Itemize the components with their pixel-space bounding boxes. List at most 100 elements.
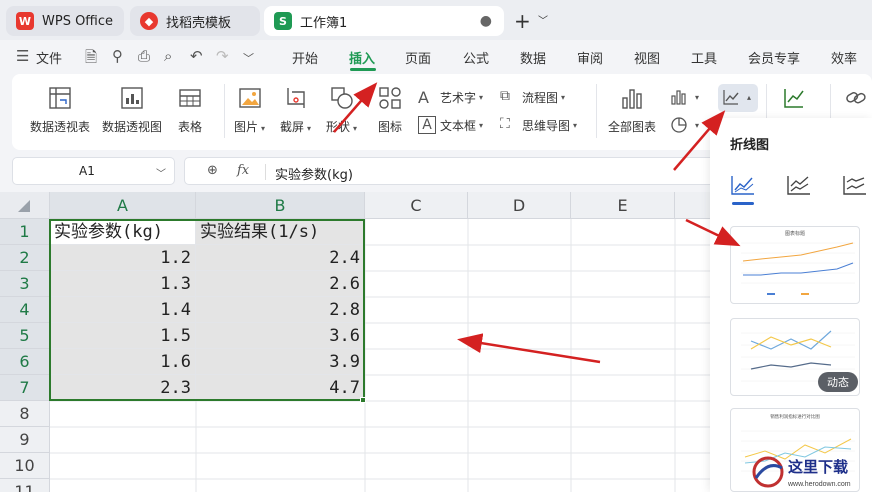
tab-template[interactable]: ◆ 找稻壳模板 [130,6,260,36]
fill-handle[interactable] [360,397,366,403]
tab-stacked-line-chart[interactable] [786,174,812,196]
select-all-corner[interactable] [0,192,50,219]
row-header-5[interactable]: 5 [0,323,50,349]
undo-icon[interactable]: ↶ [190,47,203,65]
menu-review[interactable]: 审阅 [577,48,603,67]
menu-efficiency[interactable]: 效率 [831,48,857,67]
menu-member[interactable]: 会员专享 [748,48,800,67]
site-watermark: 这里下载 www.herodown.com [748,448,872,492]
column-header-b[interactable]: B [196,192,365,219]
row-header-8[interactable]: 8 [0,401,50,427]
screenshot-button[interactable]: 截屏 ▾ [280,86,311,135]
daoke-logo-icon: ◆ [140,12,158,30]
mindmap-label: 思维导图 [522,118,571,133]
line-chart-icon [723,90,739,105]
row-header-11[interactable]: 11 [0,479,50,492]
pivot-chart-button[interactable]: 数据透视图 [102,86,162,135]
menu-view[interactable]: 视图 [634,48,660,67]
column-header-e[interactable]: E [571,192,675,219]
line-chart-panel: 折线图 图表标题 动态 销售利润指标进行对比图 [710,118,872,492]
column-chart-button[interactable]: ▾ [670,88,699,106]
menu-tools[interactable]: 工具 [691,48,717,67]
row-header-4[interactable]: 4 [0,297,50,323]
row-header-10[interactable]: 10 [0,453,50,479]
print-icon[interactable]: ⎙ [138,47,150,65]
line-chart-dropdown[interactable]: ▴ [722,88,751,106]
pie-chart-button[interactable]: ▾ [670,116,699,134]
shapes-icon [330,87,353,109]
select-all-icon [18,200,30,212]
chart-template-1[interactable]: 图表标题 [730,226,860,304]
name-box[interactable]: A1 ﹀ [12,157,175,185]
flowchart-label: 流程图 [522,90,559,105]
menu-start[interactable]: 开始 [292,48,318,67]
new-tab-button[interactable]: + [514,9,531,33]
column-header-f[interactable] [675,192,710,219]
row-header-2[interactable]: 2 [0,245,50,271]
unsaved-dot-icon[interactable]: ● [480,13,492,29]
picture-button[interactable]: 图片 ▾ [234,86,265,135]
row-header-1[interactable]: 1 [0,219,50,245]
chevron-down-icon[interactable]: ﹀ [538,12,548,27]
tab-percent-line-chart[interactable] [842,174,868,196]
menu-file[interactable]: 文件 [36,48,62,67]
formula-value[interactable]: 实验参数(kg) [275,164,353,183]
tab-line-chart[interactable] [730,174,756,196]
textbox-button[interactable]: A 文本框 ▾ [418,116,483,134]
column-header-d[interactable]: D [468,192,571,219]
thumb3-title: 销售利润指标进行对比图 [770,413,820,420]
picture-label: 图片 ▾ [234,120,266,134]
menu-insert[interactable]: 插入 [349,48,375,67]
wordart-button[interactable]: A 艺术字 ▾ [418,88,483,107]
flowchart-button[interactable]: ⧉ 流程图 ▾ [500,88,565,106]
redo-icon[interactable]: ↷ [216,47,229,65]
scissors-icon [286,88,305,108]
pivot-table-button[interactable]: 数据透视表 [30,86,90,135]
mindmap-button[interactable]: ⛶ 思维导图 ▾ [500,116,577,134]
picture-icon [238,88,261,108]
active-tab-indicator [350,68,376,71]
column-header-a[interactable]: A [50,192,196,219]
menu-data[interactable]: 数据 [520,48,546,67]
chevron-down-icon[interactable]: ﹀ [156,165,166,180]
quick-access-chevron-icon[interactable]: ﹀ [243,50,254,66]
pivot-table-icon [49,87,71,109]
spreadsheet-grid[interactable]: A B C D E 1 2 3 4 5 6 7 8 9 10 11 实验参数(k… [0,192,710,492]
save-icon[interactable]: 🗎 [85,47,97,72]
active-tab-indicator [732,202,754,205]
pivot-chart-label: 数据透视图 [102,120,163,134]
row-header-6[interactable]: 6 [0,349,50,375]
column-header-c[interactable]: C [365,192,468,219]
watermark-url: www.herodown.com [787,481,851,488]
shapes-label: 形状 ▾ [326,120,358,134]
zoom-icon[interactable]: ⊕ [207,163,218,178]
title-bar: W WPS Office ◆ 找稻壳模板 S 工作簿1 ● + ﹀ [0,0,872,40]
trend-chart-icon [784,89,804,108]
link-icon[interactable]: ⚲ [112,47,123,65]
formula-bar[interactable]: ⊕ fx 实验参数(kg) [184,157,724,185]
print-preview-icon[interactable]: ⌕ [164,47,172,65]
tab-workbook[interactable]: S 工作簿1 ● [264,6,504,36]
hamburger-icon[interactable]: ☰ [16,47,29,65]
table-button[interactable]: 表格 [178,86,202,135]
menu-page[interactable]: 页面 [405,48,431,67]
tab-wps-office[interactable]: W WPS Office [6,6,124,36]
menu-formula[interactable]: 公式 [463,48,489,67]
hyperlink-button[interactable] [844,86,868,118]
menu-bar: ☰ 文件 🗎 ⚲ ⎙ ⌕ ↶ ↷ ﹀ 开始 插入 页面 公式 数据 审阅 视图 … [0,40,872,72]
icons-button[interactable]: 图标 [378,86,402,135]
row-header-7[interactable]: 7 [0,375,50,401]
grid-lines [50,219,710,492]
chart-more-button[interactable] [782,86,806,118]
column-chart-icon [671,90,686,105]
ribbon-separator [596,84,597,138]
chain-link-icon [846,92,866,104]
shapes-button[interactable]: 形状 ▾ [326,86,357,135]
tab-label: 工作簿1 [300,15,348,31]
thumb1-title: 图表标题 [785,230,805,237]
row-header-9[interactable]: 9 [0,427,50,453]
ribbon-separator [224,84,225,138]
function-icon[interactable]: fx [237,163,249,178]
all-charts-button[interactable]: 全部图表 [608,86,656,135]
row-header-3[interactable]: 3 [0,271,50,297]
